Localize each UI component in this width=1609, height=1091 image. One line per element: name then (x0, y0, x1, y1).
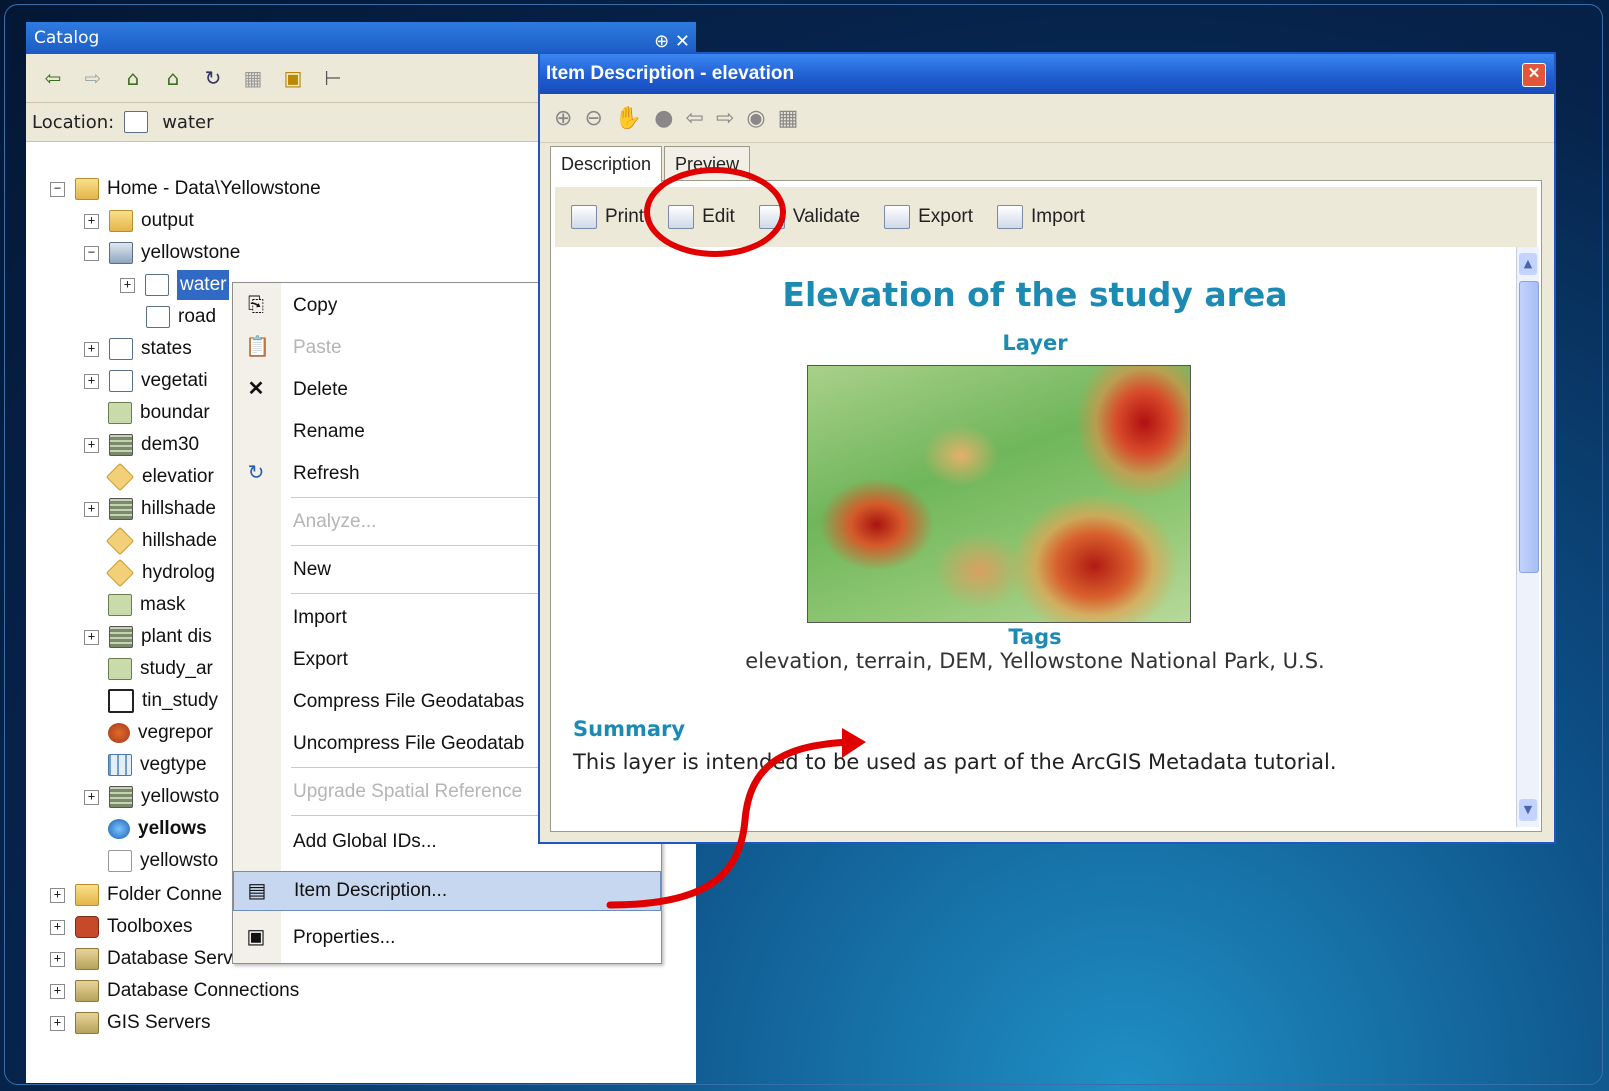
annotation-arrow (606, 728, 866, 909)
tab-description[interactable]: Description (550, 146, 663, 183)
